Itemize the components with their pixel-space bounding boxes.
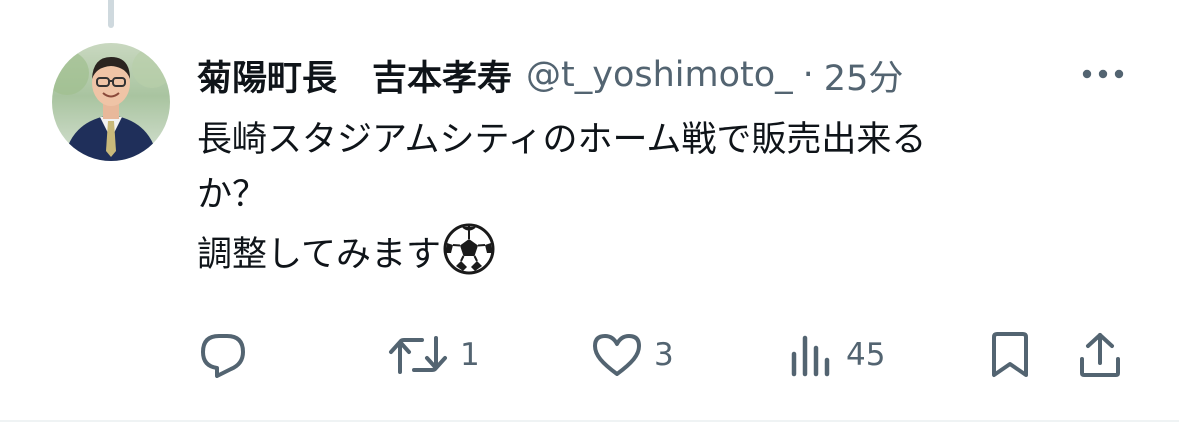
tweet-text: 長崎スタジアムシティのホーム戦で販売出来る か？ 調整してみます [197,113,1097,283]
separator-dot: · [802,55,814,95]
reply-button[interactable] [197,330,261,380]
bookmark-button[interactable] [988,330,1032,380]
more-options-button[interactable] [1078,56,1128,92]
heart-icon [593,334,641,376]
tweet-header: 菊陽町長 吉本孝寿 @t_yoshimoto_ · 25分 [197,50,903,100]
more-dots-icon [1082,69,1124,79]
timestamp[interactable]: 25分 [824,50,904,101]
tweet-text-line: か？ [197,175,268,215]
soccer-ball-icon [443,223,495,275]
display-name[interactable]: 菊陽町長 吉本孝寿 [197,50,512,101]
views-chart-icon [791,335,830,377]
tweet-divider [0,420,1179,422]
user-handle[interactable]: @t_yoshimoto_ [526,55,793,95]
like-count: 3 [654,337,674,373]
tweet-actions-bar: 1 3 45 [0,330,1179,380]
tweet-text-line: 調整してみます [197,235,441,275]
like-button[interactable]: 3 [592,330,674,380]
share-icon [1080,333,1120,377]
views-count: 45 [846,337,886,373]
avatar[interactable] [52,43,170,161]
retweet-button[interactable]: 1 [388,330,480,380]
bookmark-icon [992,332,1028,377]
tweet-text-line: 長崎スタジアムシティのホーム戦で販売出来る [197,120,927,160]
reply-icon [201,334,245,378]
thread-connector-line [108,0,114,28]
retweet-count: 1 [460,337,480,373]
views-button[interactable]: 45 [788,330,885,380]
tweet-text-line-with-emoji: 調整してみます [197,223,1097,283]
retweet-icon [389,336,447,374]
share-button[interactable] [1078,330,1122,380]
